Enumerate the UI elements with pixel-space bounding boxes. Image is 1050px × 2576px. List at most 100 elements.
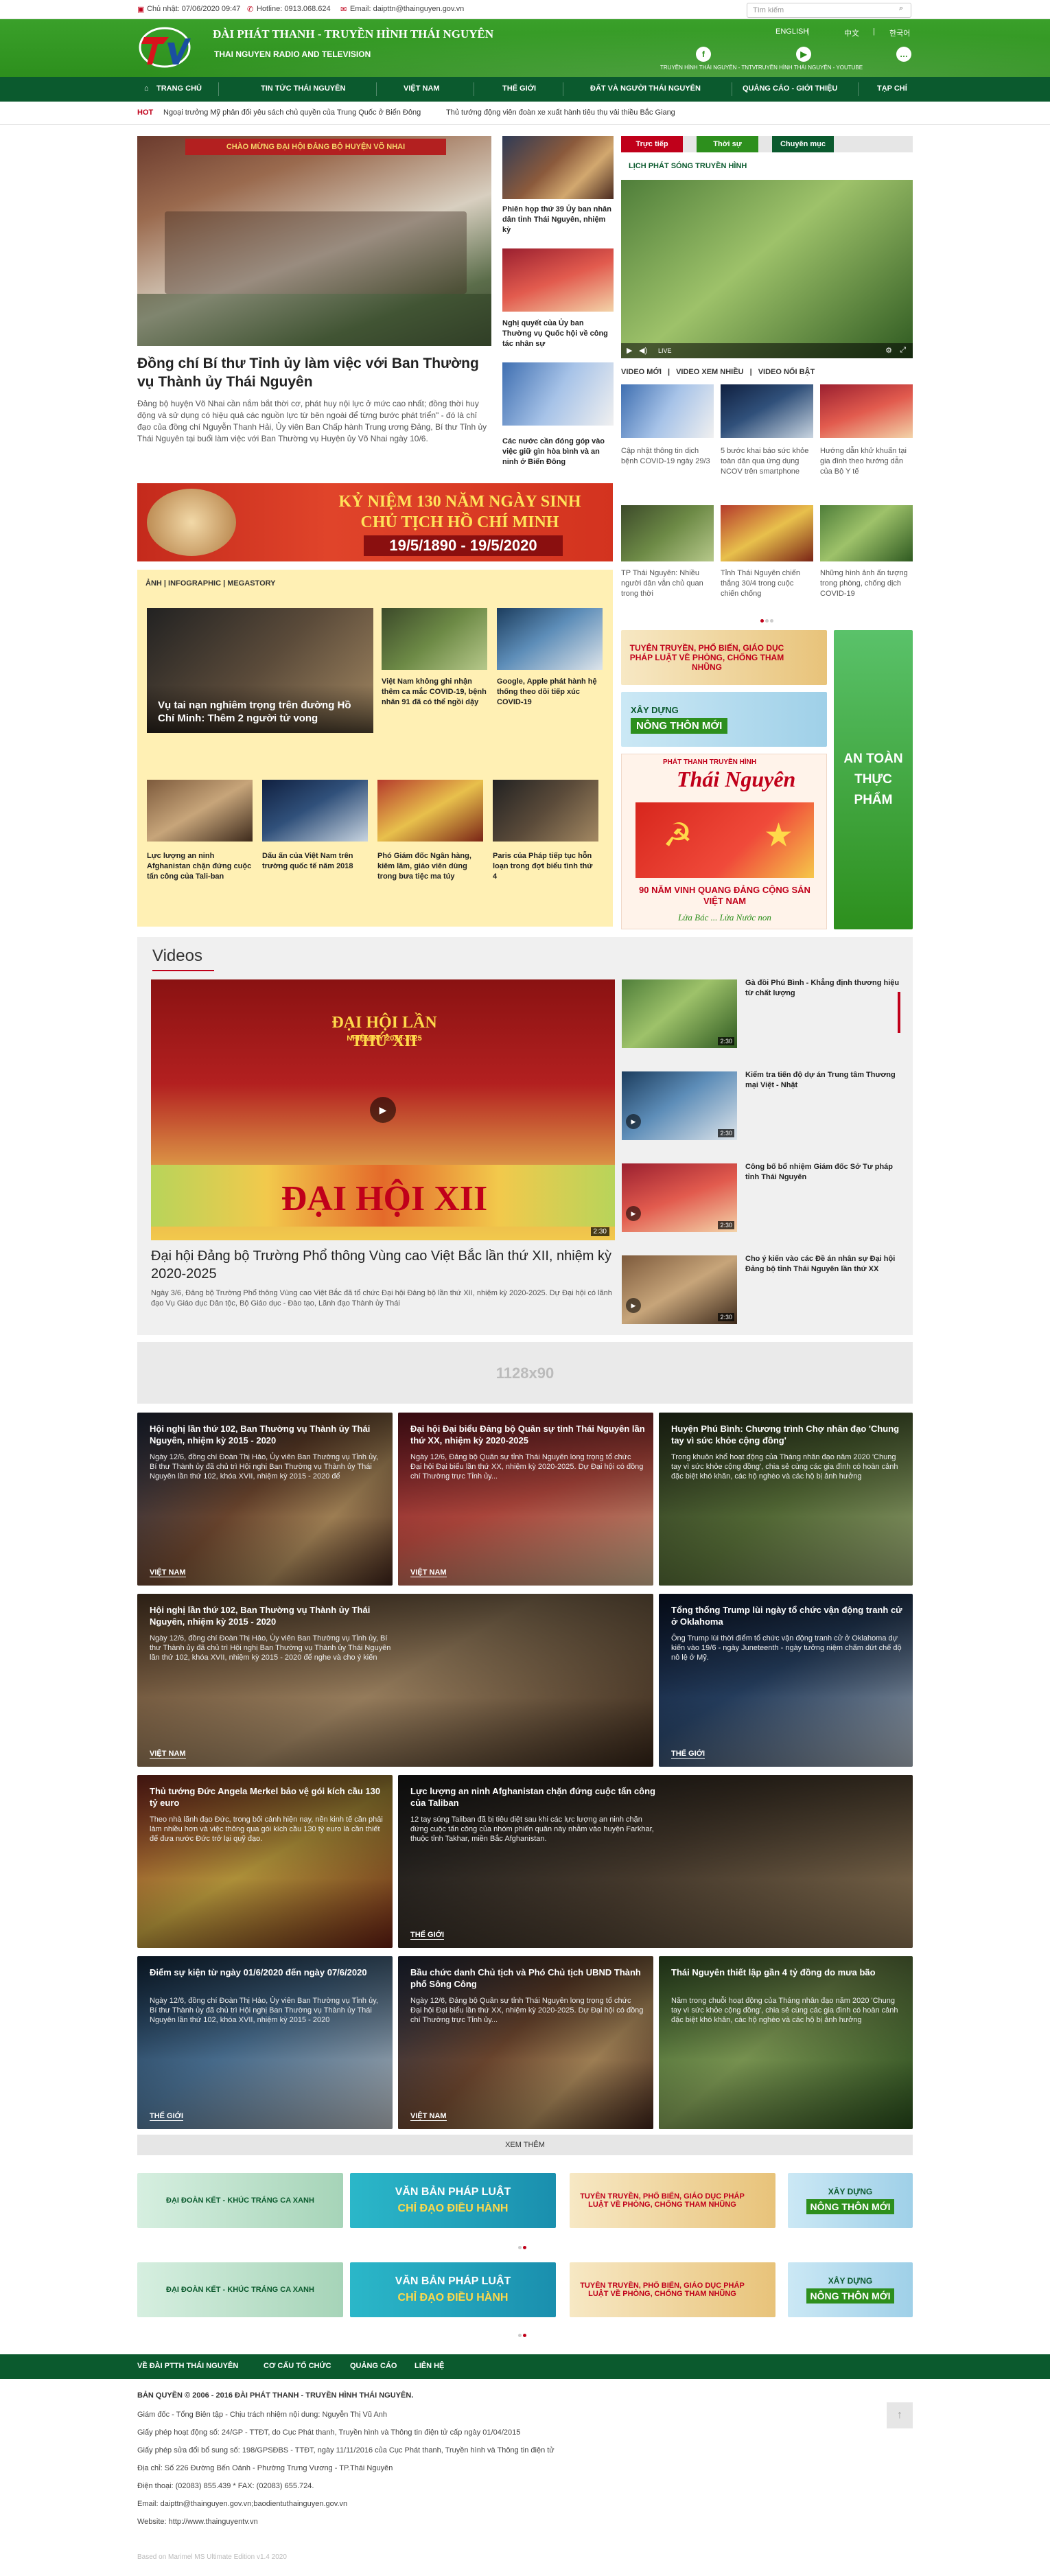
- grid-tile[interactable]: Thủ tướng Đức Angela Merkel bảo vệ gói k…: [137, 1775, 393, 1948]
- new-countryside-banner[interactable]: XÂY DỰNG NÔNG THÔN MỚI: [788, 2262, 913, 2317]
- footer-email[interactable]: Email: daipttn@thainguyen.gov.vn;baodien…: [137, 2500, 347, 2508]
- ticker-item[interactable]: Ngoại trưởng Mỹ phản đối yêu sách chủ qu…: [163, 108, 421, 117]
- grid-tile[interactable]: Tổng thống Trump lùi ngày tổ chức vận độ…: [659, 1594, 913, 1767]
- infographic-main-image[interactable]: Vụ tai nạn nghiêm trọng trên đường Hồ Ch…: [147, 608, 373, 733]
- email[interactable]: Email: daipttn@thainguyen.gov.vn: [350, 5, 464, 13]
- facebook-icon[interactable]: f: [696, 47, 711, 62]
- video-thumb[interactable]: [621, 505, 714, 561]
- side-news-title[interactable]: Các nước cần đóng góp vào việc giữ gìn h…: [502, 437, 614, 467]
- volume-icon[interactable]: ◀): [639, 346, 647, 355]
- tab-video-new[interactable]: VIDEO MỚI: [621, 368, 662, 376]
- nav-item-magazine[interactable]: TẠP CHÍ: [877, 84, 907, 93]
- anti-corruption-banner[interactable]: TUYÊN TRUYỀN, PHỔ BIẾN, GIÁO DỤC PHÁP LU…: [621, 630, 827, 685]
- video-list-title[interactable]: Cho ý kiến vào các Đề án nhân sự Đại hội…: [745, 1254, 900, 1275]
- side-news-title[interactable]: Nghị quyết của Ủy ban Thường vụ Quốc hội…: [502, 318, 614, 349]
- side-news-image[interactable]: [502, 248, 614, 312]
- video-title[interactable]: 5 bước khai báo sức khỏe toàn dân qua ứn…: [721, 446, 813, 477]
- grid-tile[interactable]: Hội nghị lần thứ 102, Ban Thường vụ Thàn…: [137, 1413, 393, 1586]
- nav-item-vietnam[interactable]: VIỆT NAM: [404, 84, 440, 93]
- nav-item-land-people[interactable]: ĐẤT VÀ NGƯỜI THÁI NGUYÊN: [590, 84, 701, 93]
- ad-slot[interactable]: 1128x90: [137, 1342, 913, 1404]
- video-list-scrollbar[interactable]: [898, 992, 900, 1033]
- grid-tile[interactable]: Đại hội Đại biểu Đảng bộ Quân sự tỉnh Th…: [398, 1413, 653, 1586]
- nav-item-ads[interactable]: QUẢNG CÁO - GIỚI THIỆU: [743, 84, 837, 93]
- video-thumb[interactable]: [820, 505, 913, 561]
- tn-magazine-banner[interactable]: PHÁT THANH TRUYỀN HÌNH Thái Nguyên ☭ ★ 9…: [621, 754, 827, 929]
- featured-image[interactable]: CHÀO MỪNG ĐẠI HỘI ĐẢNG BỘ HUYỆN VÕ NHAI: [137, 136, 491, 346]
- footer-link-contact[interactable]: LIÊN HỆ: [415, 2362, 444, 2370]
- live-player[interactable]: ▶ ◀) LIVE ⚙ ⤢: [621, 180, 913, 358]
- unity-banner[interactable]: ĐẠI ĐOÀN KẾT - KHÚC TRÁNG CA XANH: [137, 2262, 343, 2317]
- footer-link-ads[interactable]: QUẢNG CÁO: [350, 2362, 397, 2370]
- infographic-item[interactable]: Dấu ấn của Việt Nam trên trường quốc tế …: [262, 851, 368, 872]
- infographic-item[interactable]: Lực lượng an ninh Afghanistan chặn đứng …: [147, 851, 253, 882]
- legal-docs-banner[interactable]: VĂN BẢN PHÁP LUẬT CHỈ ĐẠO ĐIỀU HÀNH: [350, 2262, 556, 2317]
- video-title[interactable]: TP Thái Nguyên: Nhiều người dân vẫn chủ …: [621, 568, 714, 599]
- settings-icon[interactable]: ⚙: [885, 346, 892, 355]
- new-countryside-banner[interactable]: XÂY DỰNG NÔNG THÔN MỚI: [788, 2173, 913, 2228]
- infographic-item[interactable]: Phó Giám đốc Ngân hàng, kiêm lãm, giáo v…: [377, 851, 483, 882]
- grid-tile-wide[interactable]: Lực lượng an ninh Afghanistan chặn đứng …: [398, 1775, 913, 1948]
- video-thumb[interactable]: [820, 384, 913, 438]
- video-title[interactable]: Cập nhật thông tin dịch bệnh COVID-19 ng…: [621, 446, 714, 467]
- infographic-image[interactable]: [377, 780, 483, 842]
- search-icon[interactable]: ⌕: [899, 4, 903, 13]
- video-list-thumb[interactable]: ▶ 2:30: [622, 1163, 737, 1232]
- play-icon[interactable]: ▶: [370, 1097, 396, 1123]
- tab-news[interactable]: Thời sự: [697, 136, 758, 152]
- video-list-title[interactable]: Gà đồi Phú Bình - Khẳng định thương hiệu…: [745, 978, 900, 999]
- grid-tile[interactable]: Điểm sự kiện từ ngày 01/6/2020 đến ngày …: [137, 1956, 393, 2129]
- legal-docs-banner[interactable]: VĂN BẢN PHÁP LUẬT CHỈ ĐẠO ĐIỀU HÀNH: [350, 2173, 556, 2228]
- video-list-title[interactable]: Công bố bổ nhiệm Giám đốc Sở Tư pháp tỉn…: [745, 1162, 900, 1183]
- grid-tile-wide[interactable]: Hội nghị lần thứ 102, Ban Thường vụ Thàn…: [137, 1594, 653, 1767]
- video-title[interactable]: Những hình ảnh ấn tượng trong phòng, chố…: [820, 568, 913, 599]
- infographic-item[interactable]: Google, Apple phát hành hệ thống theo dõ…: [497, 677, 603, 708]
- anti-corruption-banner[interactable]: TUYÊN TRUYỀN, PHỔ BIẾN, GIÁO DỤC PHÁP LU…: [570, 2262, 775, 2317]
- footer-website[interactable]: Website: http://www.thainguyentv.vn: [137, 2518, 258, 2526]
- carousel-dots[interactable]: [760, 619, 774, 623]
- infographic-image[interactable]: [497, 608, 603, 670]
- back-to-top-icon[interactable]: ↑: [887, 2402, 913, 2428]
- infographic-image[interactable]: [493, 780, 598, 842]
- video-title[interactable]: Hướng dẫn khử khuẩn tại gia đình theo hư…: [820, 446, 913, 477]
- station-logo[interactable]: [137, 25, 192, 70]
- infographic-image[interactable]: [262, 780, 368, 842]
- video-title[interactable]: Tỉnh Thái Nguyên chiến thắng 30/4 trong …: [721, 568, 813, 599]
- tab-programs[interactable]: Chuyên mục: [772, 136, 834, 152]
- nav-home-icon[interactable]: ⌂: [144, 84, 149, 93]
- tab-video-popular[interactable]: VIDEO XEM NHIỀU: [676, 368, 743, 376]
- youtube-icon[interactable]: ▶: [796, 47, 811, 62]
- nav-item-home[interactable]: TRANG CHỦ: [156, 84, 202, 93]
- featured-title[interactable]: Đồng chí Bí thư Tỉnh ủy làm việc với Ban…: [137, 354, 491, 391]
- lang-korean[interactable]: 한국어: [889, 27, 910, 38]
- chat-icon[interactable]: …: [896, 47, 911, 62]
- side-news-title[interactable]: Phiên họp thứ 39 Ủy ban nhân dân tỉnh Th…: [502, 205, 614, 235]
- new-countryside-banner[interactable]: XÂY DỰNG NÔNG THÔN MỚI: [621, 692, 827, 747]
- lang-english[interactable]: ENGLISH: [775, 27, 808, 36]
- load-more-button[interactable]: XEM THÊM: [137, 2135, 913, 2155]
- food-safety-banner[interactable]: AN TOÀN THỰC PHẨM: [834, 630, 913, 929]
- infographic-item[interactable]: Việt Nam không ghi nhận thêm ca mắc COVI…: [382, 677, 487, 708]
- infographic-item[interactable]: Paris của Pháp tiếp tục hỗn loạn trong đ…: [493, 851, 598, 882]
- footer-link-structure[interactable]: CƠ CẤU TỔ CHỨC: [264, 2362, 331, 2370]
- hcm-anniversary-banner[interactable]: KỶ NIỆM 130 NĂM NGÀY SINH CHỦ TỊCH HỒ CH…: [137, 483, 613, 561]
- ticker-item[interactable]: Thủ tướng động viên đoàn xe xuất hành ti…: [446, 108, 675, 117]
- infographic-image[interactable]: [147, 780, 253, 842]
- infographic-image[interactable]: [382, 608, 487, 670]
- grid-tile[interactable]: Huyện Phú Bình: Chương trình Chợ nhân đạ…: [659, 1413, 913, 1586]
- carousel-dots[interactable]: [518, 2246, 532, 2249]
- search-input[interactable]: Tìm kiếm: [747, 3, 911, 18]
- side-news-image[interactable]: [502, 362, 614, 426]
- video-list-thumb[interactable]: ▶ 2:30: [622, 1071, 737, 1140]
- grid-tile[interactable]: Bầu chức danh Chủ tịch và Phó Chủ tịch U…: [398, 1956, 653, 2129]
- footer-link-about[interactable]: VỀ ĐÀI PTTH THÁI NGUYÊN: [137, 2362, 238, 2370]
- unity-banner[interactable]: ĐẠI ĐOÀN KẾT - KHÚC TRÁNG CA XANH: [137, 2173, 343, 2228]
- video-list-title[interactable]: Kiểm tra tiến độ dự án Trung tâm Thương …: [745, 1070, 900, 1091]
- play-icon[interactable]: ▶: [627, 346, 632, 355]
- tab-video-featured[interactable]: VIDEO NỔI BẬT: [758, 368, 815, 376]
- side-news-image[interactable]: [502, 136, 614, 199]
- main-video-player[interactable]: ĐẠI HỘI LẦN THỨ XII NHIỆM KỲ 2020-2025 Đ…: [151, 979, 615, 1240]
- schedule-link[interactable]: LỊCH PHÁT SÓNG TRUYỀN HÌNH: [629, 162, 747, 170]
- nav-item-world[interactable]: THẾ GIỚI: [502, 84, 536, 93]
- infographic-header[interactable]: ẢNH | INFOGRAPHIC | MEGASTORY: [145, 579, 276, 588]
